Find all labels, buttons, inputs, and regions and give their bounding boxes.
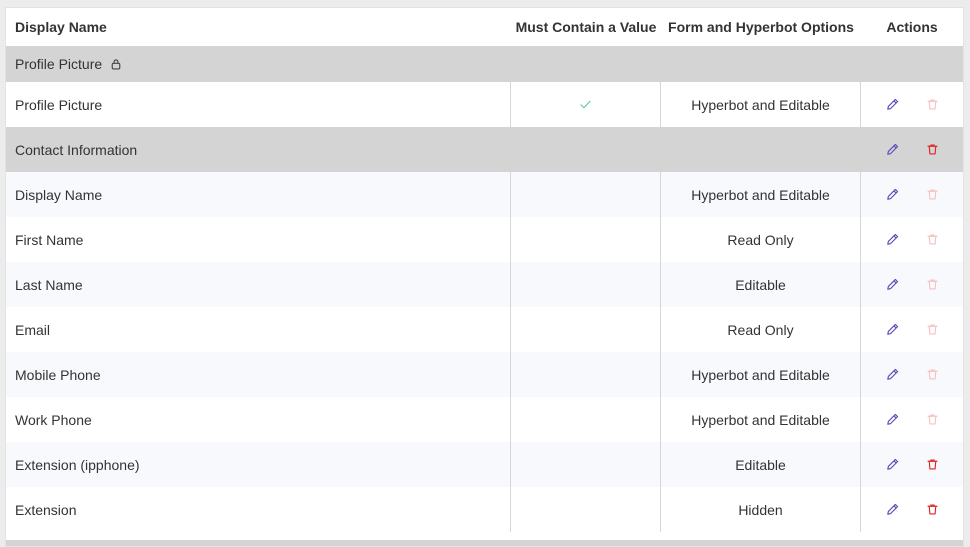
pencil-icon[interactable] bbox=[883, 141, 901, 159]
trash-icon bbox=[923, 411, 941, 429]
option-value: Hyperbot and Editable bbox=[661, 352, 861, 397]
option-value: Hidden bbox=[661, 487, 861, 532]
group-empty-cell bbox=[511, 127, 661, 172]
option-value: Read Only bbox=[661, 307, 861, 352]
header-must-contain: Must Contain a Value bbox=[515, 19, 657, 35]
row-actions bbox=[861, 307, 963, 352]
row-actions-wrap bbox=[861, 501, 963, 519]
must-contain-cell bbox=[511, 172, 661, 217]
trash-icon bbox=[923, 186, 941, 204]
field-name: Extension bbox=[6, 487, 511, 532]
row-actions-wrap bbox=[861, 411, 963, 429]
field-name: First Name bbox=[6, 217, 511, 262]
row-actions bbox=[861, 352, 963, 397]
group-name: Profile Picture bbox=[15, 56, 103, 72]
lock-icon bbox=[110, 58, 122, 70]
group-empty-cell bbox=[511, 46, 661, 82]
option-value: Hyperbot and Editable bbox=[661, 172, 861, 217]
field-name: Extension (ipphone) bbox=[6, 442, 511, 487]
group-actions bbox=[861, 127, 963, 172]
row-actions-wrap bbox=[861, 456, 963, 474]
pencil-icon[interactable] bbox=[883, 231, 901, 249]
trash-icon bbox=[923, 231, 941, 249]
trash-icon bbox=[923, 96, 941, 114]
option-value: Hyperbot and Editable bbox=[661, 397, 861, 442]
trash-icon bbox=[923, 366, 941, 384]
row-actions-wrap bbox=[861, 231, 963, 249]
next-group-strip bbox=[6, 540, 963, 546]
option-value: Hyperbot and Editable bbox=[661, 82, 861, 127]
pencil-icon[interactable] bbox=[883, 411, 901, 429]
pencil-icon[interactable] bbox=[883, 501, 901, 519]
row-actions bbox=[861, 487, 963, 532]
must-contain-cell bbox=[511, 487, 661, 532]
trash-icon[interactable] bbox=[923, 501, 941, 519]
option-value: Editable bbox=[661, 442, 861, 487]
must-contain-cell bbox=[511, 442, 661, 487]
field-name: Display Name bbox=[6, 172, 511, 217]
fields-grid: Display Name Must Contain a Value Form a… bbox=[6, 8, 963, 532]
row-actions bbox=[861, 442, 963, 487]
must-contain-cell bbox=[511, 397, 661, 442]
field-name: Email bbox=[6, 307, 511, 352]
row-actions bbox=[861, 217, 963, 262]
row-actions bbox=[861, 172, 963, 217]
group-actions bbox=[861, 46, 963, 82]
pencil-icon[interactable] bbox=[883, 186, 901, 204]
option-value: Read Only bbox=[661, 217, 861, 262]
fields-table: Display Name Must Contain a Value Form a… bbox=[5, 7, 964, 547]
row-actions-wrap bbox=[861, 366, 963, 384]
group-actions-wrap bbox=[861, 141, 963, 159]
field-name: Profile Picture bbox=[6, 82, 511, 127]
header-actions: Actions bbox=[886, 19, 938, 35]
must-contain-cell bbox=[511, 352, 661, 397]
pencil-icon[interactable] bbox=[883, 96, 901, 114]
row-actions-wrap bbox=[861, 96, 963, 114]
header-options: Form and Hyperbot Options bbox=[668, 19, 854, 35]
check-icon bbox=[579, 98, 592, 111]
must-contain-cell bbox=[511, 307, 661, 352]
field-name: Work Phone bbox=[6, 397, 511, 442]
pencil-icon[interactable] bbox=[883, 456, 901, 474]
row-actions bbox=[861, 397, 963, 442]
row-actions bbox=[861, 82, 963, 127]
group-empty-cell bbox=[661, 46, 861, 82]
group-name: Contact Information bbox=[15, 141, 138, 158]
trash-icon bbox=[923, 321, 941, 339]
pencil-icon[interactable] bbox=[883, 276, 901, 294]
must-contain-cell bbox=[511, 217, 661, 262]
header-display-name: Display Name bbox=[15, 19, 107, 35]
row-actions-wrap bbox=[861, 186, 963, 204]
group-name-cell: Profile Picture bbox=[6, 46, 511, 82]
group-empty-cell bbox=[661, 127, 861, 172]
trash-icon bbox=[923, 276, 941, 294]
option-value: Editable bbox=[661, 262, 861, 307]
must-contain-cell bbox=[511, 82, 661, 127]
must-contain-cell bbox=[511, 262, 661, 307]
trash-icon[interactable] bbox=[923, 456, 941, 474]
row-actions bbox=[861, 262, 963, 307]
row-actions-wrap bbox=[861, 276, 963, 294]
field-name: Last Name bbox=[6, 262, 511, 307]
pencil-icon[interactable] bbox=[883, 321, 901, 339]
row-actions-wrap bbox=[861, 321, 963, 339]
trash-icon[interactable] bbox=[923, 141, 941, 159]
field-name: Mobile Phone bbox=[6, 352, 511, 397]
group-name-cell: Contact Information bbox=[6, 127, 511, 172]
pencil-icon[interactable] bbox=[883, 366, 901, 384]
